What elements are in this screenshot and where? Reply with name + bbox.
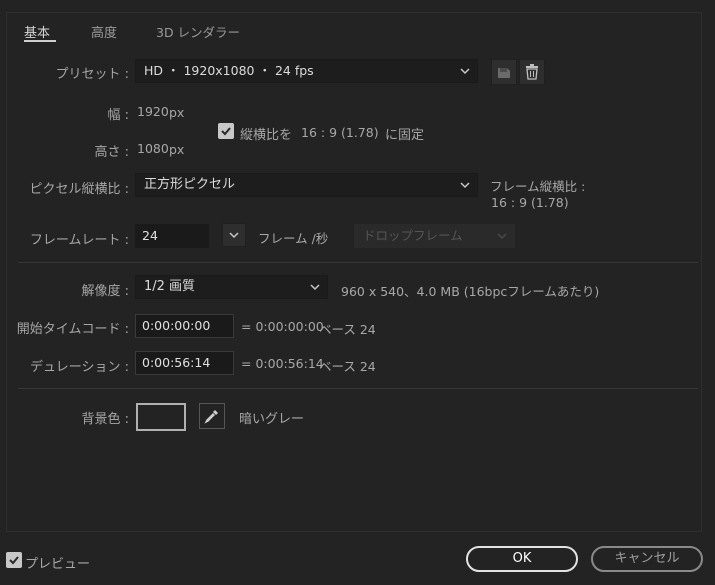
pixel-aspect-label: ピクセル縦横比 : [29, 182, 129, 197]
frame-rate-preset-button[interactable] [222, 223, 246, 247]
preset-label: プリセット : [55, 67, 129, 82]
width-value[interactable]: 1920 [137, 104, 169, 119]
frame-aspect-value: 16 : 9 (1.78) [491, 195, 569, 210]
frame-rate-label: フレームレート : [29, 233, 129, 248]
divider [18, 388, 698, 389]
frame-rate-unit: フレーム /秒 [258, 231, 329, 246]
resolution-label: 解像度 : [81, 284, 129, 299]
lock-aspect-checkbox[interactable] [218, 123, 234, 139]
eyedropper-icon [204, 410, 218, 424]
preset-dropdown[interactable]: HD ・ 1920x1080 ・ 24 fps [135, 59, 478, 83]
preview-label: プレビュー [25, 557, 91, 572]
tab-basic[interactable]: 基本 [24, 22, 50, 41]
lock-aspect-ratio: 16 : 9 (1.78) [301, 125, 379, 140]
drop-frame-dropdown: ドロップフレーム [354, 224, 515, 248]
trash-icon [526, 64, 538, 80]
frame-rate-input[interactable]: 24 [135, 224, 209, 248]
tab-advanced[interactable]: 高度 [91, 22, 117, 41]
frame-aspect-label: フレーム縦横比 : [490, 179, 586, 194]
save-preset-icon [498, 68, 510, 78]
duration-input[interactable]: 0:00:56:14 [135, 351, 234, 375]
height-label: 高さ : [94, 145, 129, 160]
chevron-down-icon [497, 233, 507, 240]
start-timecode-label: 開始タイムコード : [16, 322, 129, 337]
duration-label: デュレーション : [30, 360, 129, 375]
width-unit: px [169, 105, 185, 120]
tab-basic-underline [24, 40, 56, 42]
eyedropper-button[interactable] [199, 403, 225, 429]
lock-aspect-suffix: に固定 [385, 128, 425, 143]
start-timecode-equals: = 0:00:00:00 [241, 319, 324, 334]
ok-button[interactable]: OK [466, 546, 578, 572]
tab-3d-renderer[interactable]: 3D レンダラー [156, 22, 240, 41]
resolution-dropdown[interactable]: 1/2 画質 [135, 275, 328, 299]
composition-settings-panel [6, 12, 702, 532]
cancel-button[interactable]: キャンセル [591, 546, 703, 572]
resolution-info: 960 x 540、4.0 MB (16bpcフレームあたり) [341, 284, 600, 299]
chevron-down-icon [229, 232, 239, 239]
chevron-down-icon [460, 68, 470, 75]
drop-frame-value: ドロップフレーム [363, 228, 463, 243]
preview-checkbox[interactable] [6, 552, 22, 568]
checkmark-icon [9, 556, 19, 565]
save-preset-button[interactable] [491, 59, 517, 85]
pixel-aspect-dropdown[interactable]: 正方形ピクセル [135, 173, 478, 197]
checkmark-icon [221, 127, 231, 136]
height-value[interactable]: 1080 [137, 141, 169, 156]
preset-value: HD ・ 1920x1080 ・ 24 fps [144, 63, 314, 78]
resolution-value: 1/2 画質 [144, 279, 196, 294]
width-label: 幅 : [107, 108, 129, 123]
delete-preset-button[interactable] [519, 59, 545, 85]
height-unit: px [169, 142, 185, 157]
start-timecode-input[interactable]: 0:00:00:00 [135, 314, 234, 338]
duration-base: ベース 24 [319, 359, 376, 374]
start-timecode-base: ベース 24 [319, 322, 376, 337]
lock-aspect-label: 縦横比を [240, 128, 293, 143]
background-color-label: 背景色 : [81, 412, 129, 427]
duration-equals: = 0:00:56:14 [241, 356, 324, 371]
background-color-swatch[interactable] [136, 403, 186, 431]
chevron-down-icon [310, 284, 320, 291]
divider [18, 262, 698, 263]
chevron-down-icon [460, 182, 470, 189]
background-color-name: 暗いグレー [239, 412, 305, 427]
pixel-aspect-value: 正方形ピクセル [144, 177, 236, 192]
